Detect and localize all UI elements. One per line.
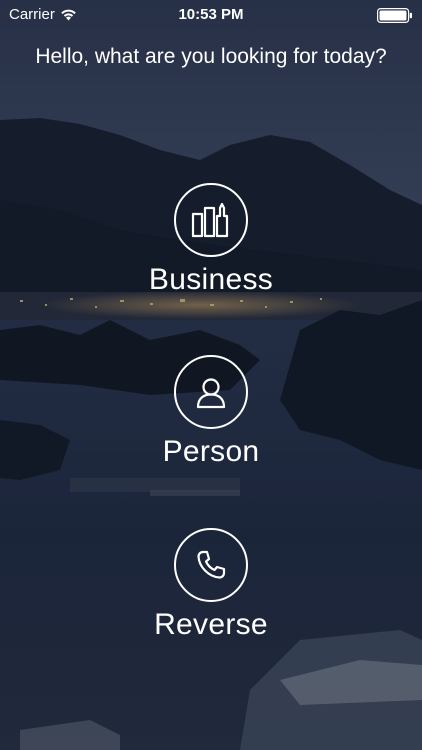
reverse-option-button[interactable]: Reverse xyxy=(110,528,312,643)
business-option-button[interactable]: Business xyxy=(110,183,312,298)
buildings-icon xyxy=(191,202,229,238)
reverse-circle[interactable] xyxy=(174,528,248,602)
business-circle[interactable] xyxy=(174,183,248,257)
person-circle[interactable] xyxy=(174,355,248,429)
clock: 10:53 PM xyxy=(178,6,244,23)
reverse-label: Reverse xyxy=(154,608,268,641)
battery-icon xyxy=(377,8,412,23)
business-label: Business xyxy=(148,263,274,296)
status-bar: Carrier 10:53 PM xyxy=(0,0,422,30)
person-label: Person xyxy=(162,435,260,468)
greeting-heading: Hello, what are you looking for today? xyxy=(35,45,387,68)
person-icon xyxy=(196,378,226,409)
person-option-button[interactable]: Person xyxy=(110,355,312,470)
phone-icon xyxy=(197,550,226,579)
